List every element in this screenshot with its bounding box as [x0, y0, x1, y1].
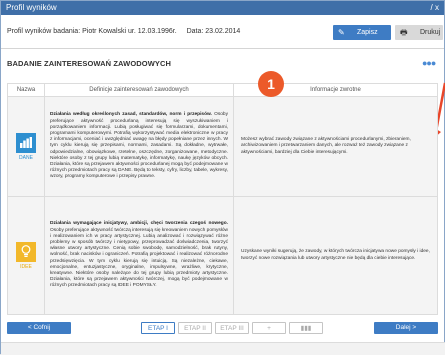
category-label: IDEE [20, 263, 32, 270]
table-row: DANE Działania według określonych zasad,… [7, 96, 438, 197]
status-bar [1, 342, 445, 355]
print-button[interactable]: 🖶 Drukuj [395, 25, 443, 40]
stage-2-button[interactable]: ETAP II [178, 322, 212, 334]
column-header-name: Nazwa [7, 83, 45, 97]
stage-3-button[interactable]: ETAP III [215, 322, 249, 334]
stage-navigation: < Cofnij ETAP I ETAP II ETAP III + ▮▮▮ D… [7, 322, 438, 336]
name-cell: DANE [7, 96, 45, 197]
definition-lead: Działania według określonych zasad, stan… [50, 112, 212, 118]
lightbulb-icon [16, 241, 36, 262]
feedback-cell: Możesz wybrać zawody związane z aktywnoś… [233, 96, 438, 197]
section-title: BADANIE ZAINTERESOWAŃ ZAWODOWYCH [7, 59, 172, 68]
pencil-icon: ✎ [338, 28, 345, 37]
window-title: Profil wyników [6, 3, 57, 12]
subject-text: Profil wyników badania: Piotr Kowalski u… [7, 28, 177, 35]
table-row: IDEE Działania wymagające inicjatywy, am… [7, 196, 438, 315]
category-label: DANE [19, 154, 33, 161]
bar-chart-icon [16, 132, 36, 153]
results-header: Profil wyników badania: Piotr Kowalski u… [1, 15, 444, 49]
save-label: Zapisz [357, 29, 378, 36]
next-button[interactable]: Dalej > [374, 322, 438, 334]
printer-icon: 🖶 [400, 28, 408, 37]
close-icon[interactable]: / x [431, 1, 439, 15]
add-stage-button[interactable]: + [252, 322, 286, 334]
column-header-definition: Definicje zainteresowań zawodowych [44, 83, 234, 97]
definition-cell: Działania według określonych zasad, stan… [44, 96, 234, 197]
save-button[interactable]: ✎ Zapisz [333, 25, 391, 40]
definition-body: Osoby preferujące aktywność procedurlaną… [50, 112, 228, 180]
name-cell: IDEE [7, 196, 45, 315]
definition-body: Osoby preferujące aktywność twórczą inte… [50, 227, 228, 289]
definition-cell: Działania wymagające inicjatywy, ambicji… [44, 196, 234, 315]
annotation-badge: 1 [258, 71, 284, 97]
print-label: Drukuj [420, 29, 441, 36]
back-button[interactable]: < Cofnij [7, 322, 71, 334]
definition-lead: Działania wymagające inicjatywy, ambicji… [50, 221, 228, 227]
results-window: Profil wyników / x Profil wyników badani… [0, 0, 445, 355]
table-header-row: Nazwa Definicje zainteresowań zawodowych… [7, 83, 438, 97]
subject-info: Profil wyników badania: Piotr Kowalski u… [7, 28, 240, 35]
feedback-cell: Uzyskane wyniki sugerują, że zawody, w k… [233, 196, 438, 315]
chart-view-button[interactable]: ▮▮▮ [289, 322, 323, 334]
more-options-icon[interactable]: ●●● [422, 58, 436, 68]
date-text: Data: 23.02.2014 [186, 28, 241, 35]
title-bar: Profil wyników / x [1, 1, 444, 15]
stage-1-button[interactable]: ETAP I [141, 322, 175, 334]
interests-table: Nazwa Definicje zainteresowań zawodowych… [7, 83, 438, 315]
